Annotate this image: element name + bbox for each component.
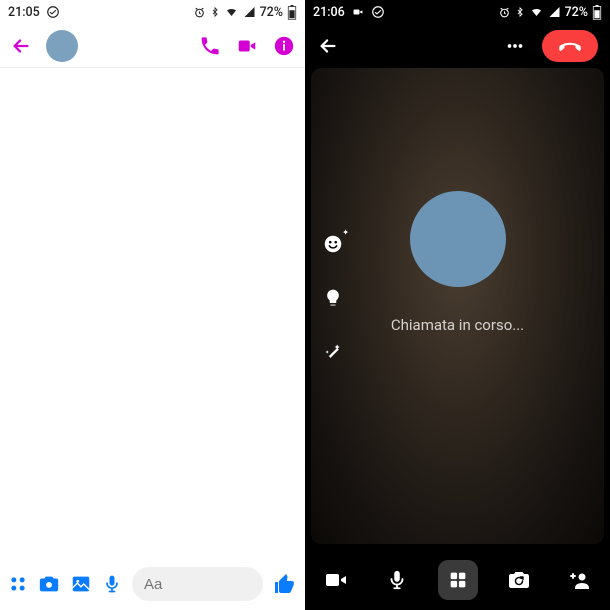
face-effects-button[interactable]: ✦ [319, 230, 347, 258]
call-header [305, 24, 610, 68]
magic-effects-button[interactable] [319, 338, 347, 366]
chat-header [0, 24, 305, 68]
camera-icon[interactable] [38, 573, 60, 595]
alarm-icon [498, 6, 511, 19]
wifi-icon [224, 6, 239, 18]
lighting-button[interactable] [319, 284, 347, 312]
like-icon[interactable] [273, 572, 297, 596]
status-time: 21:06 [313, 5, 345, 20]
message-input[interactable] [132, 567, 263, 601]
flip-camera-button[interactable] [499, 560, 539, 600]
effects-rail: ✦ [319, 230, 347, 366]
status-bar-right: 21:06 72% [305, 0, 610, 24]
call-status-text: Chiamata in corso... [391, 316, 524, 334]
messenger-notification-icon [371, 5, 385, 19]
back-arrow-icon[interactable] [317, 35, 339, 57]
add-person-button[interactable] [560, 560, 600, 600]
contact-avatar-small[interactable] [46, 30, 78, 62]
wifi-icon [529, 6, 544, 18]
contact-avatar-large [410, 191, 506, 287]
messenger-chat-screen: 21:05 72% [0, 0, 305, 610]
message-text-field[interactable] [144, 576, 251, 593]
back-arrow-icon[interactable] [10, 35, 32, 57]
chat-body-empty [0, 68, 305, 558]
messenger-call-screen: 21:06 72% [305, 0, 610, 610]
call-controls-bar [305, 550, 610, 610]
status-battery-pct: 72% [565, 5, 588, 20]
status-time: 21:05 [8, 5, 40, 20]
grid-view-button[interactable] [438, 560, 478, 600]
call-video-area: ✦ Chiamata in corso... [311, 68, 604, 544]
ongoing-call-icon [351, 6, 365, 18]
signal-icon [548, 6, 561, 18]
info-icon[interactable] [273, 35, 295, 57]
status-battery-pct: 72% [260, 5, 283, 20]
messenger-notification-icon [46, 5, 60, 19]
toggle-video-button[interactable] [316, 560, 356, 600]
toggle-mic-button[interactable] [377, 560, 417, 600]
message-composer [0, 558, 305, 610]
bluetooth-icon [515, 5, 525, 19]
more-options-icon[interactable] [504, 35, 526, 57]
voice-call-icon[interactable] [199, 35, 221, 57]
alarm-icon [193, 6, 206, 19]
video-call-icon[interactable] [235, 35, 259, 57]
more-actions-icon[interactable] [8, 574, 28, 594]
microphone-icon[interactable] [102, 573, 122, 595]
bluetooth-icon [210, 5, 220, 19]
gallery-icon[interactable] [70, 573, 92, 595]
status-bar-left: 21:05 72% [0, 0, 305, 24]
hangup-button[interactable] [542, 30, 598, 62]
battery-icon [592, 5, 602, 20]
battery-icon [287, 5, 297, 20]
signal-icon [243, 6, 256, 18]
